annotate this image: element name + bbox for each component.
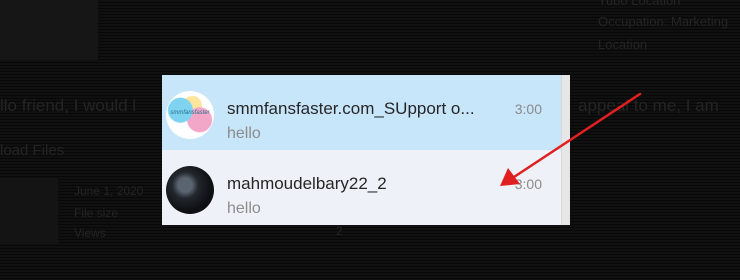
arrow-shaft	[512, 92, 642, 179]
screenshot-root: Yubo Location Occupation: Marketing Loca…	[0, 0, 740, 280]
annotation-arrow	[500, 92, 642, 186]
arrow-head	[500, 168, 520, 186]
